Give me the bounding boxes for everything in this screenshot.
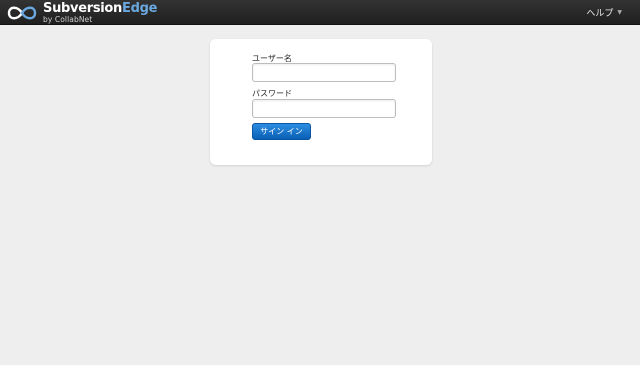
password-input[interactable] — [252, 99, 396, 118]
brand-byline: by CollabNet — [43, 14, 93, 24]
brand-text: Subversion Edge by CollabNet — [43, 2, 157, 24]
brand-name-part2: Edge — [122, 0, 158, 16]
password-label: パスワード — [252, 89, 292, 98]
login-card: ユーザー名 パスワード サイン イン — [210, 39, 432, 165]
help-menu[interactable]: ヘルプ ▼ — [586, 0, 622, 25]
subversion-edge-logo-icon — [7, 6, 37, 19]
username-input[interactable] — [252, 63, 396, 82]
brand-home-link[interactable]: Subversion Edge by CollabNet — [6, 2, 157, 23]
brand-name-part1: Subversion — [43, 0, 123, 16]
brand-name: Subversion Edge — [43, 2, 157, 15]
top-navbar: Subversion Edge by CollabNet ヘルプ ▼ — [0, 0, 640, 25]
sign-in-button[interactable]: サイン イン — [252, 123, 311, 140]
help-menu-label: ヘルプ — [586, 9, 614, 19]
chevron-down-icon: ▼ — [617, 9, 622, 16]
